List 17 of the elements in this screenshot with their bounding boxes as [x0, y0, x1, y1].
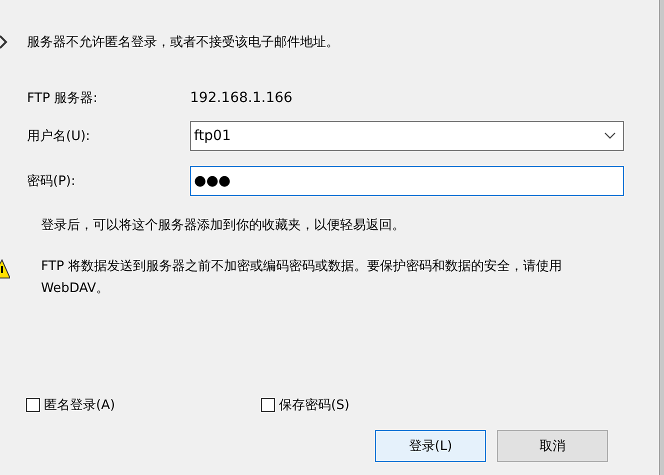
server-label: FTP 服务器: — [27, 90, 99, 107]
checkbox-label[interactable]: 匿名登录(A) — [44, 396, 116, 414]
cancel-button[interactable]: 取消 — [497, 430, 608, 462]
username-combobox[interactable]: ftp01 — [190, 121, 624, 151]
checkbox[interactable] — [261, 398, 275, 412]
info-text: 登录后，可以将这个服务器添加到你的收藏夹，以便轻易返回。 — [40, 217, 406, 234]
warning-text: FTP 将数据发送到服务器之前不加密或编码密码或数据。要保护密码和数据的安全，请使用 WebDAV。 — [41, 258, 564, 298]
error-message: 服务器不允许匿名登录，或者不接受该电子邮件地址。 — [27, 34, 339, 51]
server-address: 192.168.1.166 — [190, 90, 292, 106]
checkbox-label[interactable]: 保存密码(S) — [279, 396, 350, 414]
warning-icon — [0, 259, 10, 279]
password-field[interactable]: ●●● — [190, 166, 624, 196]
username-label: 用户名(U): — [27, 128, 92, 145]
chevron-down-icon[interactable] — [604, 132, 616, 140]
checkbox[interactable] — [26, 398, 40, 412]
password-label: 密码(P): — [27, 173, 76, 190]
login-button[interactable]: 登录(L) — [375, 430, 486, 462]
